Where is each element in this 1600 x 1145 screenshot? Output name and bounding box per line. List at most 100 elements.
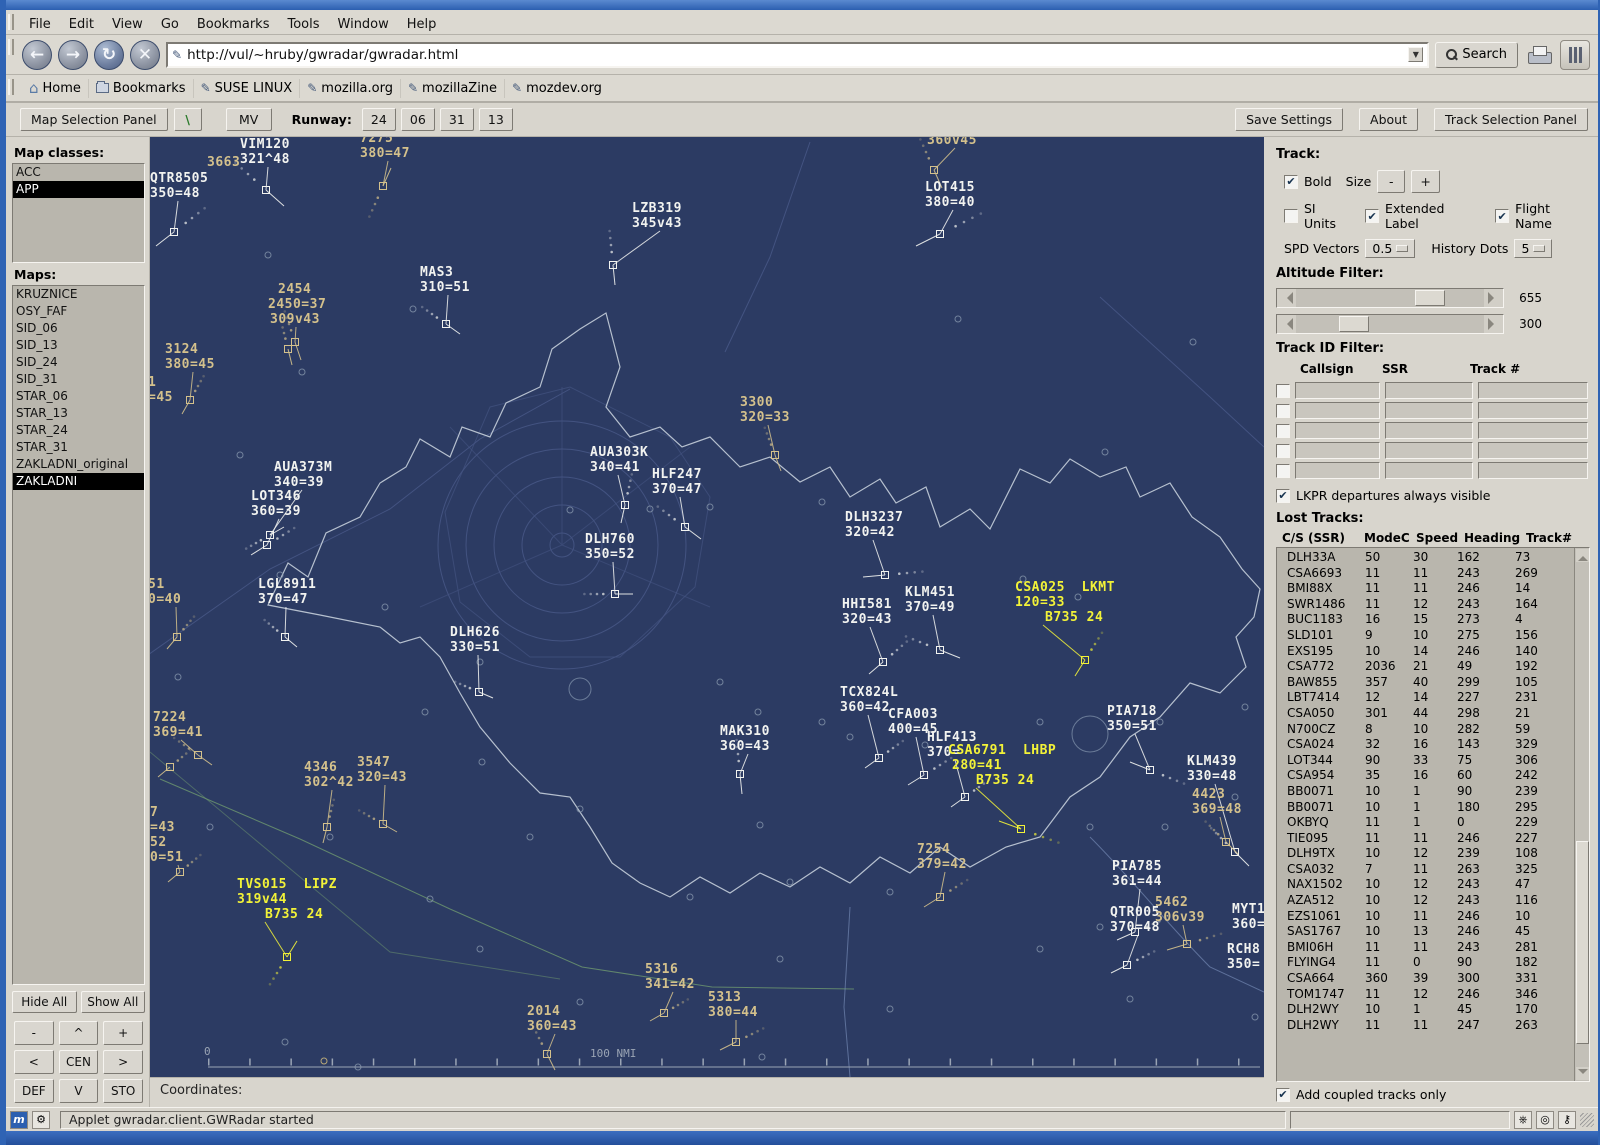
- flight-name-checkbox[interactable]: ✔: [1495, 209, 1510, 223]
- map-item-osy_faf[interactable]: OSY_FAF: [13, 303, 144, 320]
- track-label-7224[interactable]: 7224 369=41: [153, 710, 203, 740]
- menu-edit[interactable]: Edit: [60, 15, 103, 34]
- reload-button[interactable]: ↻: [94, 39, 124, 70]
- lost-track-row[interactable]: BAW855 357 40 299 105: [1287, 675, 1574, 691]
- track-label-5316[interactable]: 5316 341=42: [645, 962, 695, 992]
- track-label-lot415[interactable]: LOT415 380=40: [925, 180, 975, 210]
- runway-24-button[interactable]: 24: [361, 108, 396, 131]
- map-item-sid_31[interactable]: SID_31: [13, 371, 144, 388]
- track-label-hhi581[interactable]: HHI581 320=43: [842, 597, 892, 627]
- track-label-3547[interactable]: 3547 320=43: [357, 755, 407, 785]
- track-label-dlh3237[interactable]: DLH3237 320=42: [845, 510, 903, 540]
- size-plus-button[interactable]: +: [1411, 170, 1440, 193]
- map-nav-DEF-button[interactable]: DEF: [14, 1079, 54, 1103]
- track-label-dlh760[interactable]: DLH760 350=52: [585, 532, 635, 562]
- lost-track-row[interactable]: CSA664 360 39 300 331: [1287, 971, 1574, 987]
- track-label-aua303k[interactable]: AUA303K 340=41: [590, 445, 648, 475]
- lost-track-row[interactable]: CSA772 2036 21 49 192: [1287, 659, 1574, 675]
- track-label-lgl8911[interactable]: LGL8911 370=47: [258, 577, 316, 607]
- toolbar-handle[interactable]: [8, 79, 14, 95]
- show-all-button[interactable]: Show All: [80, 991, 145, 1013]
- history-dots-dropdown[interactable]: 5: [1514, 239, 1553, 258]
- lost-track-row[interactable]: EZS1061 10 11 246 10: [1287, 909, 1574, 925]
- size-minus-button[interactable]: -: [1377, 170, 1406, 193]
- track-label-qtr005[interactable]: QTR005 370=48: [1110, 905, 1160, 935]
- callsign-field[interactable]: [1295, 402, 1380, 419]
- track-number-field[interactable]: [1478, 382, 1588, 399]
- lost-track-row[interactable]: LBT7414 12 14 227 231: [1287, 690, 1574, 706]
- map-selection-panel-button[interactable]: Map Selection Panel: [20, 108, 168, 131]
- track-number-field[interactable]: [1478, 422, 1588, 439]
- track-label-4346[interactable]: 4346 302^42: [304, 760, 354, 790]
- lost-track-row[interactable]: CSA050 301 44 298 21: [1287, 706, 1574, 722]
- track-label-hlf247[interactable]: HLF247 370=47: [652, 467, 702, 497]
- extended-label-checkbox[interactable]: ✔: [1365, 209, 1380, 223]
- lost-track-row[interactable]: CSA954 35 16 60 242: [1287, 768, 1574, 784]
- track-label-tvs015[interactable]: TVS015 LIPZ 319v44 B735 24: [237, 877, 337, 922]
- lost-track-row[interactable]: DLH33A 50 30 162 73: [1287, 550, 1574, 566]
- map-nav-sym-button[interactable]: >: [103, 1050, 143, 1074]
- callsign-field[interactable]: [1295, 382, 1380, 399]
- track-number-field[interactable]: [1478, 402, 1588, 419]
- url-text[interactable]: http://vul/~hruby/gwradar/gwradar.html: [187, 47, 1403, 63]
- toolbar-handle[interactable]: [8, 39, 14, 55]
- security-lock-icon[interactable]: ⚷: [1558, 1110, 1576, 1129]
- map-nav-CEN-button[interactable]: CEN: [58, 1050, 99, 1074]
- lost-track-row[interactable]: BUC1183 16 15 273 4: [1287, 612, 1574, 628]
- track-number-field[interactable]: [1478, 442, 1588, 459]
- lkpr-checkbox[interactable]: ✔: [1276, 488, 1290, 503]
- track-label-7254[interactable]: 7254 379=42: [917, 842, 967, 872]
- track-label-dlh626[interactable]: DLH626 330=51: [450, 625, 500, 655]
- menu-file[interactable]: File: [20, 15, 60, 34]
- menu-go[interactable]: Go: [152, 15, 188, 34]
- ssr-field[interactable]: [1385, 442, 1473, 459]
- map-nav-sym-button[interactable]: <: [14, 1050, 54, 1074]
- map-nav-sym-button[interactable]: -: [14, 1021, 54, 1045]
- track-label-mas3[interactable]: MAS3 310=51: [420, 265, 470, 295]
- search-button[interactable]: Search: [1435, 41, 1518, 68]
- track-label-3300[interactable]: 3300 320=33: [740, 395, 790, 425]
- map-item-star_24[interactable]: STAR_24: [13, 422, 144, 439]
- slider-left-arrow-icon[interactable]: [1277, 315, 1296, 333]
- mv-button[interactable]: MV: [225, 108, 272, 131]
- scroll-down-icon[interactable]: [1576, 1067, 1589, 1080]
- maps-list[interactable]: KRUZNICE OSY_FAF SID_06 SID_13 SID_24 SID_31 S…: [12, 285, 145, 985]
- ssr-field[interactable]: [1385, 462, 1473, 479]
- map-item-star_31[interactable]: STAR_31: [13, 439, 144, 456]
- lost-track-row[interactable]: SLD101 9 10 275 156: [1287, 628, 1574, 644]
- map-item-zakladni[interactable]: ZAKLADNI: [13, 473, 144, 490]
- track-label-csa6791[interactable]: CSA6791 LHBP 280=41 B735 24: [948, 743, 1056, 788]
- track-label-csa025[interactable]: CSA025 LKMT 120=33 B735 24: [1015, 580, 1115, 625]
- runway-06-button[interactable]: 06: [400, 108, 435, 131]
- map-class-item-acc[interactable]: ACC: [13, 164, 144, 181]
- runway-31-button[interactable]: 31: [439, 108, 474, 131]
- map-item-zakladni_original[interactable]: ZAKLADNI_original: [13, 456, 144, 473]
- lost-track-row[interactable]: EXS195 10 14 246 140: [1287, 644, 1574, 660]
- save-settings-button[interactable]: Save Settings: [1235, 108, 1344, 131]
- filter-row-checkbox[interactable]: [1276, 443, 1290, 458]
- lost-tracks-scrollbar[interactable]: [1574, 548, 1589, 1081]
- altitude-lower-slider[interactable]: [1276, 314, 1504, 334]
- ssr-field[interactable]: [1385, 402, 1473, 419]
- lost-track-row[interactable]: CSA032 7 11 263 325: [1287, 862, 1574, 878]
- backslash-button[interactable]: \: [173, 108, 202, 131]
- lost-track-row[interactable]: BB0071 10 1 90 239: [1287, 784, 1574, 800]
- lost-track-row[interactable]: TIE095 11 11 246 227: [1287, 831, 1574, 847]
- track-label-lzb319[interactable]: LZB319 345v43: [632, 201, 682, 231]
- track-label-5462[interactable]: 5462 306v39: [1155, 895, 1205, 925]
- lost-track-row[interactable]: N700CZ 8 10 282 59: [1287, 722, 1574, 738]
- ssr-field[interactable]: [1385, 382, 1473, 399]
- map-item-sid_24[interactable]: SID_24: [13, 354, 144, 371]
- scrollbar-thumb[interactable]: [1576, 841, 1589, 1044]
- track-label-klm439[interactable]: KLM439 330=48: [1187, 754, 1237, 784]
- bookmark-suse-linux[interactable]: ✎ SUSE LINUX: [194, 78, 301, 98]
- filter-row-checkbox[interactable]: [1276, 403, 1290, 418]
- scroll-up-icon[interactable]: [1576, 549, 1589, 562]
- menu-bookmarks[interactable]: Bookmarks: [188, 15, 279, 34]
- track-label-360v45[interactable]: 360v45: [927, 137, 977, 148]
- altitude-upper-slider[interactable]: [1276, 288, 1504, 308]
- cookie-watch-icon[interactable]: ◎: [1536, 1110, 1554, 1129]
- slider-thumb[interactable]: [1339, 316, 1369, 332]
- url-dropdown-icon[interactable]: ▼: [1408, 47, 1424, 62]
- filter-row-checkbox[interactable]: [1276, 463, 1290, 478]
